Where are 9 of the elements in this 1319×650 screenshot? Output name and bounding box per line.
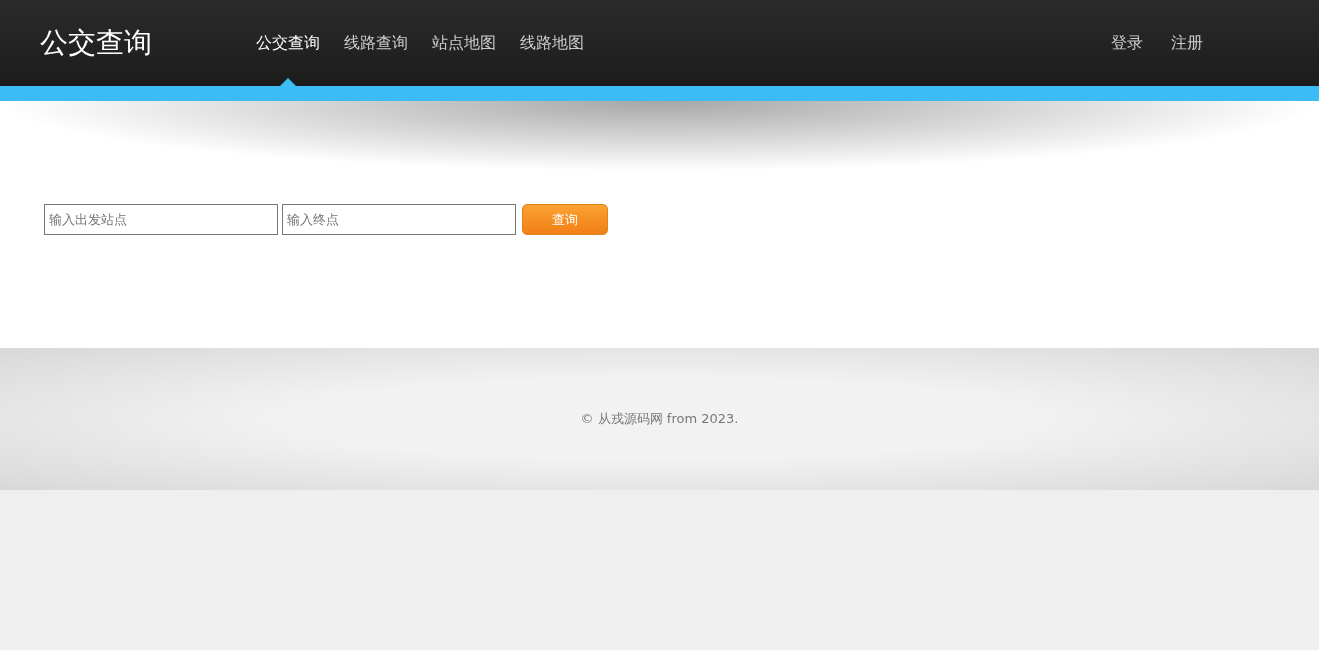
nav-tab[interactable]: 线路查询	[332, 0, 420, 86]
nav-tab[interactable]: 站点地图	[420, 0, 508, 86]
copyright-text: © 从戎源码网 from 2023.	[580, 410, 739, 428]
nav-tab[interactable]: 线路地图	[508, 0, 596, 86]
departure-field[interactable]: 输入出发站点	[44, 204, 278, 235]
site-title: 公交查询	[40, 25, 153, 61]
destination-field[interactable]: 输入终点	[282, 204, 516, 235]
nav-link[interactable]: 注册	[1171, 32, 1203, 54]
nav-link[interactable]: 登录	[1111, 32, 1143, 54]
